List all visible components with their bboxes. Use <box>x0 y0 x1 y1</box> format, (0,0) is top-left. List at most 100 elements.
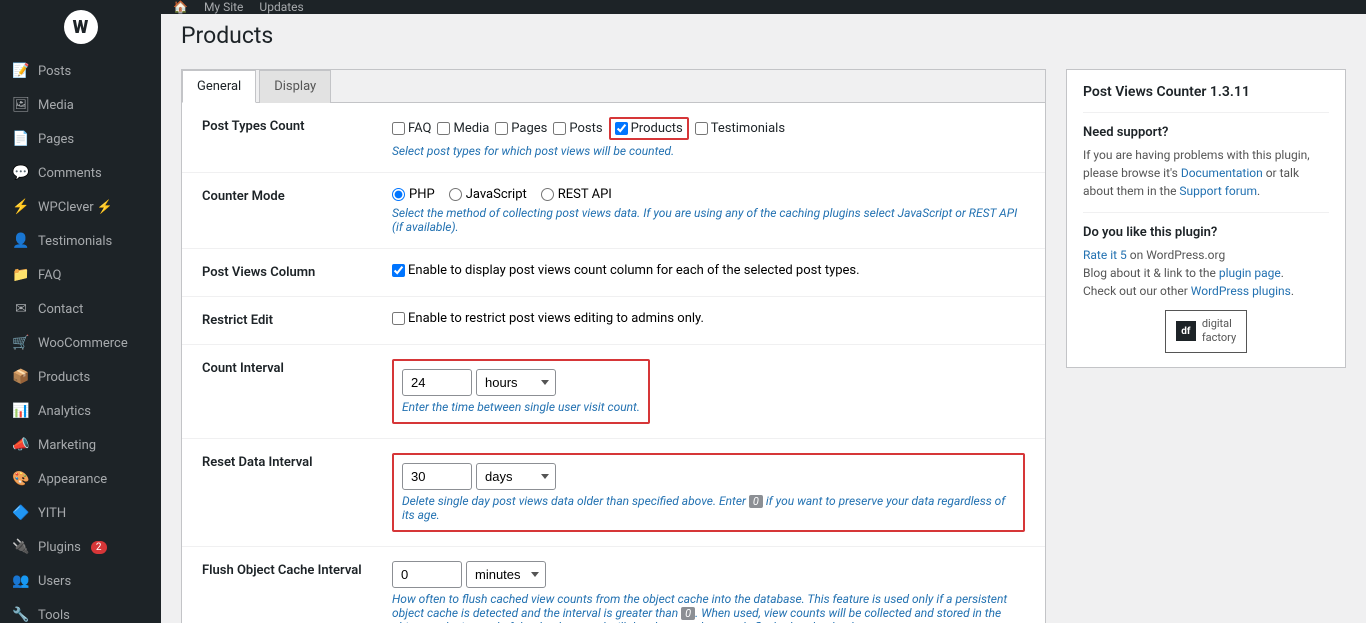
analytics-icon: 📊 <box>12 402 30 420</box>
checkbox-faq-input[interactable] <box>392 122 405 135</box>
value-post-views-column: Enable to display post views count colum… <box>382 249 1045 297</box>
checkbox-posts-input[interactable] <box>553 122 566 135</box>
sidebar-item-users[interactable]: 👥Users <box>0 564 161 598</box>
rate-link[interactable]: Rate it 5 <box>1083 248 1127 262</box>
testimonials-icon: 👤 <box>12 232 30 250</box>
reset-data-interval-number[interactable] <box>402 463 472 490</box>
top-bar-site[interactable]: My Site <box>204 0 243 14</box>
plugins-icon: 🔌 <box>12 538 30 556</box>
row-restrict-edit: Restrict Edit Enable to restrict post vi… <box>182 297 1045 345</box>
top-bar-updates[interactable]: Updates <box>259 0 303 14</box>
df-line2: factory <box>1202 331 1236 345</box>
sidebar-item-tools[interactable]: 🔧Tools <box>0 598 161 623</box>
tabs-row: General Display <box>182 70 1045 103</box>
faq-icon: 📁 <box>12 266 30 284</box>
sidebar-item-wpclever[interactable]: ⚡WPClever ⚡ <box>0 190 161 224</box>
radio-php-input[interactable] <box>392 188 405 201</box>
checkbox-pages: Pages <box>495 121 547 136</box>
content-wrapper: General Display Post Types Count FAQ <box>161 49 1366 623</box>
top-bar-home[interactable]: 🏠 <box>173 0 188 14</box>
checkbox-media-input[interactable] <box>437 122 450 135</box>
desc-flush-cache: How often to flush cached view counts fr… <box>392 592 1025 623</box>
tab-general[interactable]: General <box>182 70 256 103</box>
sidebar-item-posts[interactable]: 📝 Posts <box>0 54 161 88</box>
counter-mode-radios: PHP JavaScript REST API <box>392 187 1025 202</box>
label-reset-data-interval: Reset Data Interval <box>182 439 382 547</box>
info-box: Post Views Counter 1.3.11 Need support? … <box>1066 69 1346 368</box>
df-text: digital factory <box>1202 317 1236 346</box>
desc-counter-mode: Select the method of collecting post vie… <box>392 206 1025 234</box>
sidebar-item-pages[interactable]: 📄Pages <box>0 122 161 156</box>
count-interval-inputs: minutes hours days <box>402 369 640 396</box>
label-testimonials: Testimonials <box>711 121 785 136</box>
sidebar-item-contact[interactable]: ✉Contact <box>0 292 161 326</box>
sidebar-item-faq[interactable]: 📁FAQ <box>0 258 161 292</box>
tab-display[interactable]: Display <box>259 70 331 103</box>
posts-icon: 📝 <box>12 62 30 80</box>
count-interval-number[interactable] <box>402 369 472 396</box>
sidebar-label-analytics: Analytics <box>38 404 91 419</box>
sidebar-item-plugins[interactable]: 🔌 Plugins 2 <box>0 530 161 564</box>
sidebar-label-plugins: Plugins <box>38 540 81 555</box>
label-faq: FAQ <box>408 121 431 136</box>
settings-panel: General Display Post Types Count FAQ <box>181 69 1046 623</box>
flush-cache-number[interactable] <box>392 561 462 588</box>
label-post-types-count: Post Types Count <box>182 103 382 173</box>
desc-count-interval: Enter the time between single user visit… <box>402 400 640 414</box>
badge-plugins: 2 <box>91 541 107 554</box>
value-restrict-edit: Enable to restrict post views editing to… <box>382 297 1045 345</box>
checkbox-testimonials-input[interactable] <box>695 122 708 135</box>
divider-2 <box>1083 212 1329 213</box>
sidebar-item-yith[interactable]: 🔷YITH <box>0 496 161 530</box>
sidebar-item-products[interactable]: 📦Products <box>0 360 161 394</box>
value-post-types-count: FAQ Media Pages <box>382 103 1045 173</box>
sidebar-item-woocommerce[interactable]: 🛒WooCommerce <box>0 326 161 360</box>
wordpress-logo: W <box>64 10 98 44</box>
flush-cache-inputs: minutes hours days <box>392 561 1025 588</box>
sidebar-item-media[interactable]: 🖼Media <box>0 88 161 122</box>
checkbox-products-input[interactable] <box>615 122 628 135</box>
radio-rest-api-input[interactable] <box>541 188 554 201</box>
sidebar-item-testimonials[interactable]: 👤Testimonials <box>0 224 161 258</box>
sidebar-item-comments[interactable]: 💬Comments <box>0 156 161 190</box>
value-flush-cache: minutes hours days How often to flush ca… <box>382 547 1045 623</box>
flush-cache-unit[interactable]: minutes hours days <box>466 561 546 588</box>
divider-1 <box>1083 112 1329 113</box>
label-pages: Pages <box>511 121 547 136</box>
reset-data-interval-box: minutes hours days Delete single day pos… <box>392 453 1025 532</box>
checkbox-faq: FAQ <box>392 121 431 136</box>
checkbox-post-views-column-input[interactable] <box>392 264 405 277</box>
documentation-link[interactable]: Documentation <box>1181 166 1263 180</box>
plugin-page-link[interactable]: plugin page <box>1219 266 1281 280</box>
sidebar-label-posts: Posts <box>38 64 71 79</box>
checkbox-pages-input[interactable] <box>495 122 508 135</box>
sidebar-label-users: Users <box>38 574 71 589</box>
df-line1: digital <box>1202 317 1236 331</box>
sidebar-label-tools: Tools <box>38 608 70 623</box>
woocommerce-icon: 🛒 <box>12 334 30 352</box>
blog-prefix: Blog about it & link to the <box>1083 266 1219 280</box>
reset-data-interval-unit[interactable]: minutes hours days <box>476 463 556 490</box>
support-forum-link[interactable]: Support forum <box>1179 184 1257 198</box>
settings-table: Post Types Count FAQ Media <box>182 103 1045 623</box>
rate-text: Rate it 5 on WordPress.org <box>1083 246 1329 264</box>
info-panel: Post Views Counter 1.3.11 Need support? … <box>1066 69 1346 368</box>
media-icon: 🖼 <box>12 96 30 114</box>
wpclever-icon: ⚡ <box>12 198 30 216</box>
label-posts: Posts <box>569 121 602 136</box>
label-php: PHP <box>409 187 435 202</box>
sidebar-label-appearance: Appearance <box>38 472 107 487</box>
wordpress-plugins-link[interactable]: WordPress plugins <box>1191 284 1291 298</box>
label-counter-mode: Counter Mode <box>182 173 382 249</box>
contact-icon: ✉ <box>12 300 30 318</box>
sidebar-item-appearance[interactable]: 🎨Appearance <box>0 462 161 496</box>
row-counter-mode: Counter Mode PHP JavaScript <box>182 173 1045 249</box>
radio-javascript-input[interactable] <box>449 188 462 201</box>
sidebar-item-marketing[interactable]: 📣Marketing <box>0 428 161 462</box>
sidebar-item-analytics[interactable]: 📊 Analytics <box>0 394 161 428</box>
checkbox-restrict-edit-input[interactable] <box>392 312 405 325</box>
count-interval-box: minutes hours days Enter the time betwee… <box>392 359 650 424</box>
count-interval-unit[interactable]: minutes hours days <box>476 369 556 396</box>
row-reset-data-interval: Reset Data Interval minutes hours days <box>182 439 1045 547</box>
radio-rest-api: REST API <box>541 187 612 202</box>
